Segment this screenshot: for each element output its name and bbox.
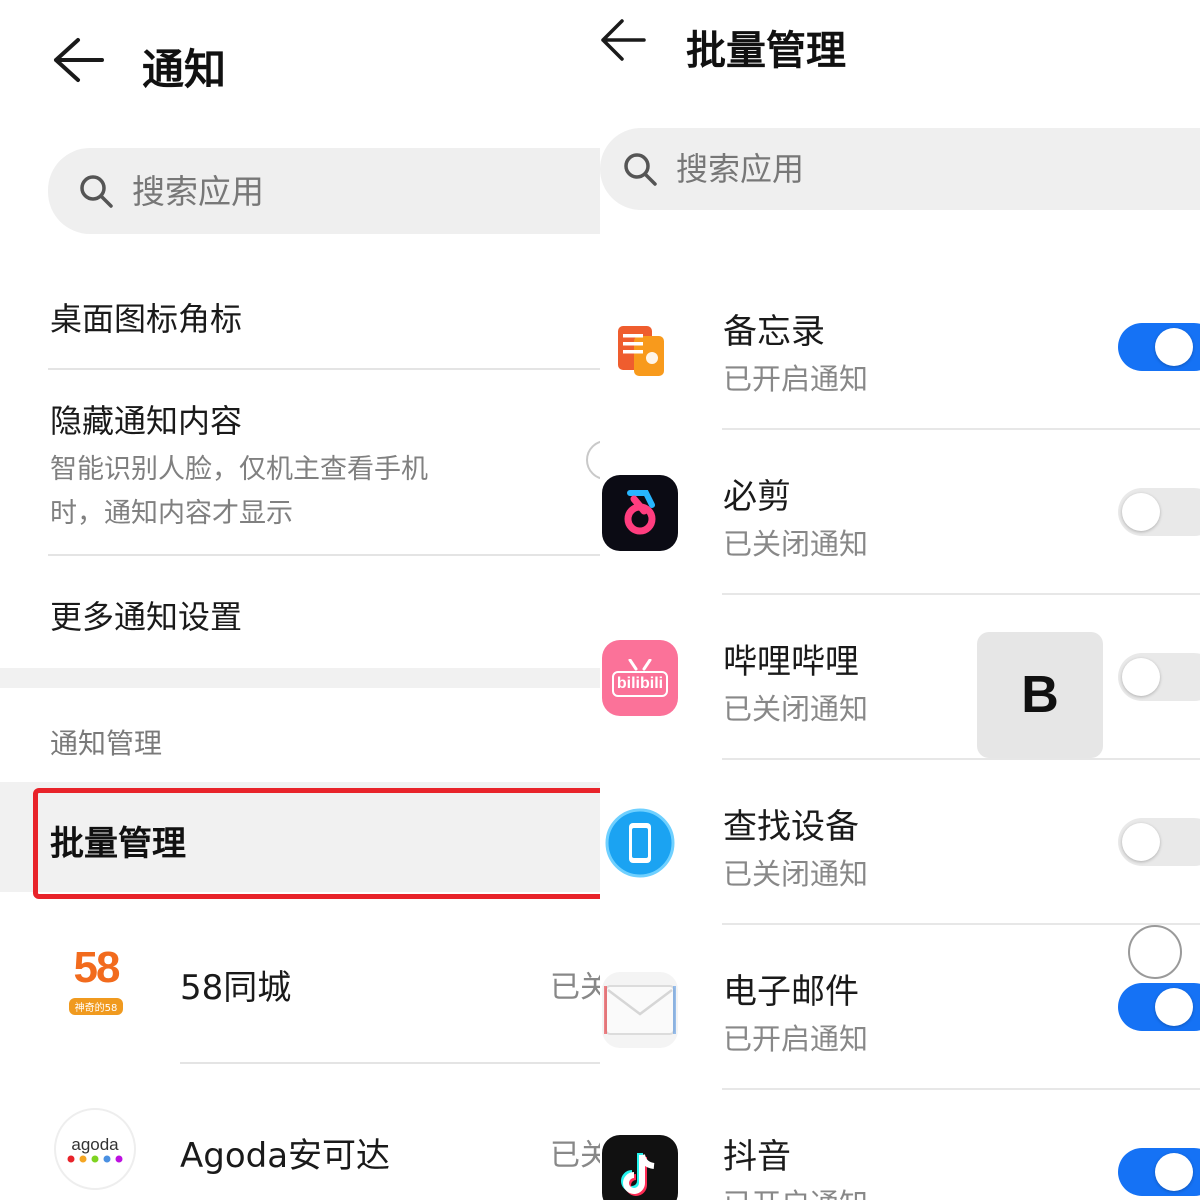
list-item[interactable]: 电子邮件 已开启通知 bbox=[600, 930, 1200, 1095]
list-item[interactable]: 备忘录 已开启通知 bbox=[600, 270, 1200, 435]
notification-settings-pane: 通知 桌面图标角标 隐藏通知内容 智能识别人脸，仅机主查看手机 时，通知内容才显… bbox=[0, 0, 600, 1200]
app-icon-text: bilibili bbox=[611, 671, 669, 697]
setting-title: 隐藏通知内容 bbox=[50, 402, 243, 440]
divider bbox=[722, 593, 1200, 595]
app-status: 已关 bbox=[550, 970, 600, 1005]
notification-toggle[interactable] bbox=[1118, 323, 1200, 371]
search-input[interactable] bbox=[132, 171, 532, 211]
divider bbox=[722, 1088, 1200, 1090]
notification-toggle[interactable] bbox=[1118, 488, 1200, 536]
app-58-icon: 58 神奇的58 bbox=[48, 940, 144, 1030]
divider bbox=[48, 368, 600, 370]
letter-overlay: B bbox=[977, 632, 1103, 758]
app-icon-text: 58 bbox=[73, 943, 121, 992]
list-item[interactable]: 58 神奇的58 58同城 已关 bbox=[0, 930, 600, 1060]
batch-manage-label: 批量管理 bbox=[50, 824, 186, 864]
app-status: 已关闭通知 bbox=[723, 692, 869, 726]
toggle-knob bbox=[1122, 658, 1160, 696]
toggle-knob bbox=[1122, 823, 1160, 861]
notification-toggle[interactable] bbox=[1118, 653, 1200, 701]
page-title: 批量管理 bbox=[686, 28, 846, 74]
setting-more-notifications[interactable]: 更多通知设置 bbox=[0, 558, 600, 666]
app-name: 必剪 bbox=[723, 477, 791, 517]
toggle-knob bbox=[1122, 493, 1160, 531]
app-status: 已关闭通知 bbox=[723, 527, 869, 561]
toggle-knob bbox=[1155, 988, 1193, 1026]
list-item[interactable]: agoda Agoda安可达 已关 bbox=[0, 1100, 600, 1200]
agoda-dots bbox=[67, 1155, 123, 1163]
divider bbox=[48, 554, 600, 556]
notification-toggle[interactable] bbox=[1118, 818, 1200, 866]
batch-manage-pane: 批量管理 备忘录 已开启通知 bbox=[600, 0, 1200, 1200]
search-bar[interactable] bbox=[600, 128, 1200, 210]
divider bbox=[722, 923, 1200, 925]
setting-title: 桌面图标角标 bbox=[50, 300, 243, 338]
divider bbox=[180, 1062, 600, 1064]
list-item[interactable]: 查找设备 已关闭通知 bbox=[600, 765, 1200, 930]
list-item[interactable]: bilibili 哔哩哔哩 已关闭通知 bbox=[600, 600, 1200, 765]
app-name: 电子邮件 bbox=[723, 972, 859, 1012]
setting-subtitle: 智能识别人脸，仅机主查看手机 bbox=[50, 454, 428, 485]
app-status: 已关 bbox=[550, 1138, 600, 1173]
search-bar[interactable] bbox=[48, 148, 600, 234]
search-icon bbox=[80, 175, 113, 208]
find-device-icon bbox=[602, 805, 678, 881]
search-input[interactable] bbox=[676, 150, 1076, 188]
tv-antenna-icon bbox=[628, 659, 652, 671]
toggle-knob bbox=[1155, 328, 1193, 366]
search-icon bbox=[624, 153, 657, 186]
setting-desktop-badge[interactable]: 桌面图标角标 bbox=[0, 270, 600, 370]
divider bbox=[722, 758, 1200, 760]
app-name: 58同城 bbox=[180, 968, 292, 1008]
app-icon-subtext: 神奇的58 bbox=[68, 998, 124, 1015]
setting-subtitle: 时，通知内容才显示 bbox=[50, 498, 293, 529]
app-name: 查找设备 bbox=[723, 807, 859, 847]
memo-icon bbox=[602, 312, 678, 388]
section-label: 通知管理 bbox=[50, 727, 163, 760]
app-name: Agoda安可达 bbox=[180, 1136, 391, 1176]
app-name: 抖音 bbox=[723, 1137, 791, 1177]
email-icon bbox=[602, 972, 678, 1048]
app-status: 已开启通知 bbox=[723, 362, 869, 396]
app-status: 已开启通知 bbox=[723, 1022, 869, 1056]
app-icon-text: agoda bbox=[71, 1135, 119, 1154]
setting-title: 更多通知设置 bbox=[50, 598, 243, 636]
list-item[interactable]: 抖音 已开启通知 bbox=[600, 1095, 1200, 1200]
app-status: 已开启通知 bbox=[723, 1181, 868, 1200]
touch-indicator bbox=[1128, 925, 1182, 979]
section-gap bbox=[0, 668, 600, 688]
back-arrow-icon[interactable] bbox=[600, 18, 646, 62]
setting-hide-content[interactable]: 隐藏通知内容 智能识别人脸，仅机主查看手机 时，通知内容才显示 bbox=[0, 372, 600, 554]
divider bbox=[722, 428, 1200, 430]
back-arrow-icon[interactable] bbox=[52, 36, 104, 84]
app-agoda-icon: agoda bbox=[54, 1108, 136, 1190]
bijian-icon bbox=[602, 475, 678, 551]
bilibili-icon: bilibili bbox=[602, 640, 678, 716]
app-name: 备忘录 bbox=[723, 312, 825, 352]
app-name: 哔哩哔哩 bbox=[723, 642, 859, 682]
list-item[interactable]: 必剪 已关闭通知 bbox=[600, 435, 1200, 600]
toggle-knob bbox=[1155, 1153, 1193, 1191]
notification-toggle[interactable] bbox=[1118, 983, 1200, 1031]
douyin-icon bbox=[602, 1135, 678, 1200]
page-title: 通知 bbox=[142, 45, 227, 94]
notification-toggle[interactable] bbox=[1118, 1148, 1200, 1196]
app-status: 已关闭通知 bbox=[723, 857, 869, 891]
